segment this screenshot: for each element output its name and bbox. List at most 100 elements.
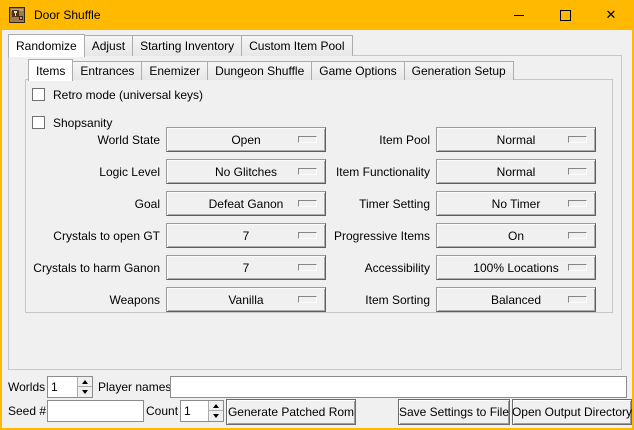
spin-up-icon (213, 404, 219, 408)
seed-input[interactable] (47, 400, 144, 422)
accessibility-value: 100% Locations (473, 261, 558, 275)
worlds-label: Worlds (8, 376, 45, 398)
seed-label: Seed # (8, 400, 46, 422)
dropdown-indicator-icon (568, 168, 587, 175)
tab-entrances[interactable]: Entrances (72, 61, 142, 80)
goal-value: Defeat Ganon (209, 197, 284, 211)
maximize-button[interactable] (542, 0, 588, 30)
titlebar: Door Shuffle ✕ (0, 0, 634, 30)
spin-down-icon (82, 390, 88, 394)
accessibility-row: Accessibility 100% Locations (300, 255, 596, 280)
retro-mode-option: Retro mode (universal keys) (32, 86, 203, 103)
close-icon: ✕ (606, 9, 617, 22)
tab-label: Dungeon Shuffle (215, 64, 304, 78)
door-shuffle-window: Door Shuffle ✕ Randomize Adjust Starting… (0, 0, 634, 430)
tab-label: Custom Item Pool (249, 39, 344, 53)
item-pool-value: Normal (497, 133, 536, 147)
timer-setting-row: Timer Setting No Timer (300, 191, 596, 216)
tab-label: Starting Inventory (140, 39, 234, 53)
item-pool-dropdown[interactable]: Normal (436, 127, 596, 152)
worlds-spinner (47, 376, 93, 398)
goal-label: Goal (30, 197, 160, 211)
tab-label: Enemizer (149, 64, 200, 78)
app-icon (9, 7, 25, 23)
tab-dungeon-shuffle[interactable]: Dungeon Shuffle (207, 61, 312, 80)
item-functionality-row: Item Functionality Normal (300, 159, 596, 184)
count-spin-down-button[interactable] (209, 411, 223, 421)
weapons-label: Weapons (30, 293, 160, 307)
logic-level-row: Logic Level No Glitches (30, 159, 326, 184)
progressive-items-value: On (508, 229, 524, 243)
worlds-input[interactable] (48, 377, 77, 397)
worlds-spin-up-button[interactable] (78, 377, 92, 387)
open-output-directory-button[interactable]: Open Output Directory (512, 399, 632, 425)
save-settings-button[interactable]: Save Settings to File (398, 399, 510, 425)
tab-starting-inventory[interactable]: Starting Inventory (132, 35, 242, 56)
timer-setting-value: No Timer (492, 197, 541, 211)
item-sorting-row: Item Sorting Balanced (300, 287, 596, 312)
tab-label: Generation Setup (412, 64, 506, 78)
player-names-label: Player names (98, 376, 171, 398)
timer-setting-label: Timer Setting (300, 197, 430, 211)
tab-items[interactable]: Items (28, 59, 73, 81)
tab-randomize[interactable]: Randomize (8, 34, 85, 57)
spin-down-icon (213, 414, 219, 418)
spin-up-icon (82, 380, 88, 384)
world-state-label: World State (30, 133, 160, 147)
player-names-input[interactable] (170, 376, 627, 398)
goal-row: Goal Defeat Ganon (30, 191, 326, 216)
item-pool-label: Item Pool (300, 133, 430, 147)
progressive-items-label: Progressive Items (300, 229, 430, 243)
dropdown-indicator-icon (568, 200, 587, 207)
retro-mode-checkbox[interactable] (32, 88, 45, 101)
dropdown-indicator-icon (568, 136, 587, 143)
button-label: Generate Patched Rom (228, 405, 354, 419)
item-sorting-label: Item Sorting (300, 293, 430, 307)
weapons-row: Weapons Vanilla (30, 287, 326, 312)
window-title: Door Shuffle (34, 8, 496, 22)
button-label: Save Settings to File (399, 405, 509, 419)
timer-setting-dropdown[interactable]: No Timer (436, 191, 596, 216)
tab-label: Items (36, 64, 65, 78)
worlds-spin-down-button[interactable] (78, 387, 92, 397)
weapons-value: Vanilla (228, 293, 263, 307)
button-label: Open Output Directory (512, 405, 632, 419)
dropdown-indicator-icon (568, 296, 587, 303)
outer-tabstrip: Randomize Adjust Starting Inventory Cust… (8, 33, 352, 56)
tab-game-options[interactable]: Game Options (311, 61, 404, 80)
crystals-open-gt-row: Crystals to open GT 7 (30, 223, 326, 248)
crystals-open-gt-value: 7 (243, 229, 250, 243)
count-spinner (180, 400, 224, 422)
item-functionality-dropdown[interactable]: Normal (436, 159, 596, 184)
worlds-spin-arrows (77, 377, 92, 397)
progressive-items-dropdown[interactable]: On (436, 223, 596, 248)
tab-label: Game Options (319, 64, 396, 78)
world-state-value: Open (231, 133, 260, 147)
maximize-icon (560, 10, 571, 21)
inner-tabstrip: Items Entrances Enemizer Dungeon Shuffle… (28, 58, 513, 80)
accessibility-dropdown[interactable]: 100% Locations (436, 255, 596, 280)
tab-label: Randomize (16, 39, 77, 53)
tab-adjust[interactable]: Adjust (84, 35, 133, 56)
item-sorting-dropdown[interactable]: Balanced (436, 287, 596, 312)
close-button[interactable]: ✕ (588, 0, 634, 30)
crystals-harm-ganon-value: 7 (243, 261, 250, 275)
logic-level-label: Logic Level (30, 165, 160, 179)
tab-generation-setup[interactable]: Generation Setup (404, 61, 514, 80)
minimize-icon (514, 15, 524, 16)
tab-label: Adjust (92, 39, 125, 53)
accessibility-label: Accessibility (300, 261, 430, 275)
dropdown-indicator-icon (568, 264, 587, 271)
tab-enemizer[interactable]: Enemizer (141, 61, 208, 80)
item-functionality-value: Normal (497, 165, 536, 179)
minimize-button[interactable] (496, 0, 542, 30)
progressive-items-row: Progressive Items On (300, 223, 596, 248)
count-spin-up-button[interactable] (209, 401, 223, 411)
tab-custom-item-pool[interactable]: Custom Item Pool (241, 35, 352, 56)
count-input[interactable] (181, 401, 208, 421)
retro-mode-label: Retro mode (universal keys) (53, 88, 203, 102)
window-border-left (0, 30, 2, 430)
generate-patched-rom-button[interactable]: Generate Patched Rom (226, 399, 356, 425)
crystals-harm-ganon-row: Crystals to harm Ganon 7 (30, 255, 326, 280)
logic-level-value: No Glitches (215, 165, 277, 179)
